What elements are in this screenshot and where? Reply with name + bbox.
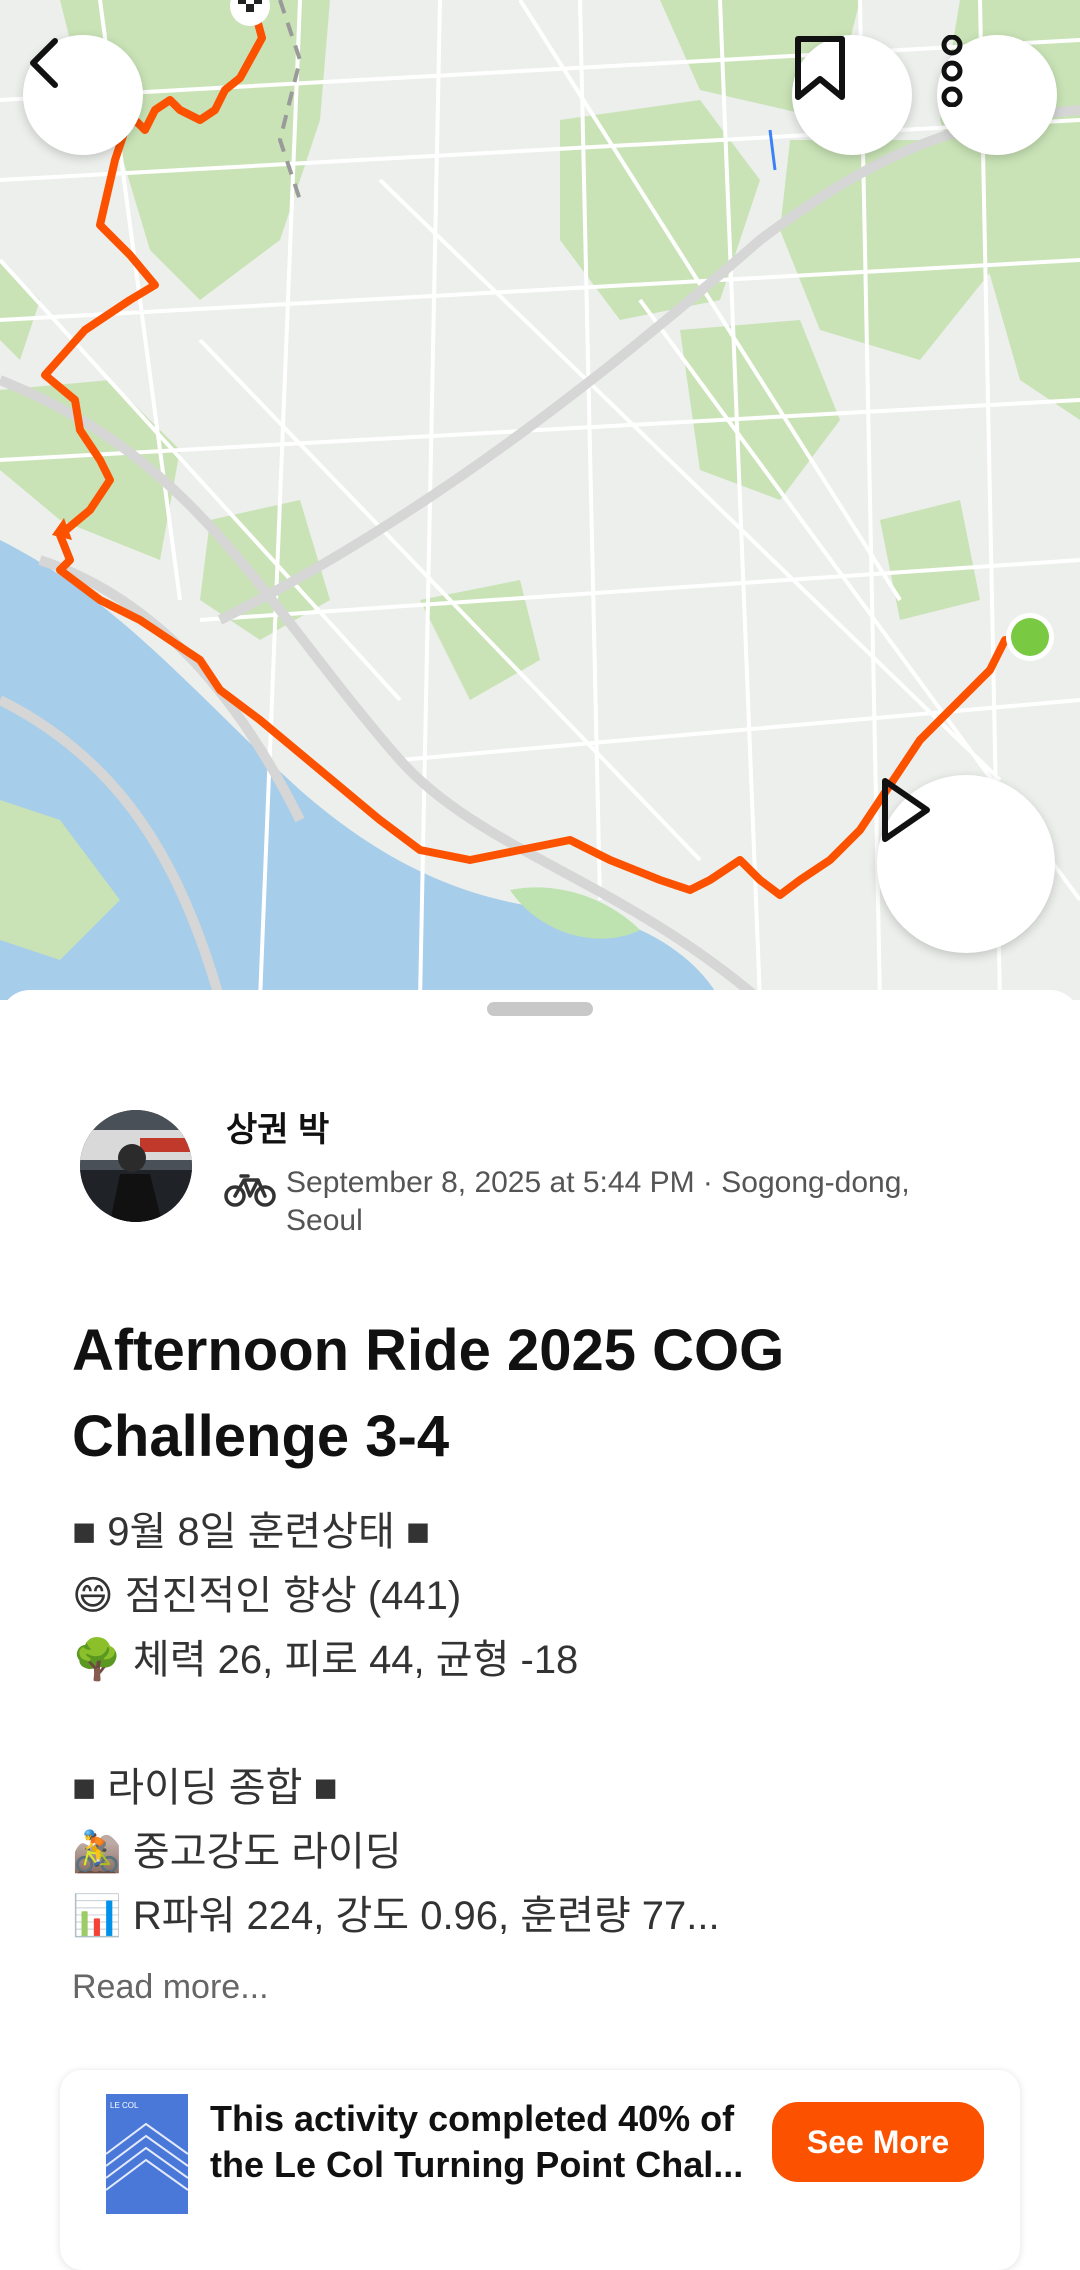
challenge-text-line: This activity completed 40% of <box>210 2098 735 2139</box>
bookmark-button[interactable] <box>792 35 912 155</box>
athlete-photo <box>80 1110 192 1222</box>
flyover-play-button[interactable] <box>877 775 1055 953</box>
challenge-thumb-label: LE COL <box>110 2101 139 2110</box>
activity-description: ■ 9월 8일 훈련상태 ■ 😄 점진적인 향상 (441) 🌳 체력 26, … <box>72 1500 1012 1948</box>
activity-title: Afternoon Ride 2025 COG Challenge 3-4 <box>72 1318 785 1469</box>
description-line: 🚵 중고강도 라이딩 <box>72 1830 402 1874</box>
activity-sheet: 상권 박 September 8, 2025 at 5:44 PM · Sogo… <box>0 990 1080 2270</box>
route-map[interactable] <box>0 0 1080 1000</box>
chevron-left-icon <box>30 38 58 88</box>
more-vertical-icon <box>941 35 963 107</box>
description-line: ■ 라이딩 종합 ■ <box>72 1766 338 1810</box>
description-line <box>72 1692 1012 1756</box>
description-line: 😄 점진적인 향상 (441) <box>72 1574 462 1618</box>
play-icon <box>882 778 930 842</box>
description-line: ■ 9월 8일 훈련상태 ■ <box>72 1510 431 1554</box>
sheet-drag-handle[interactable] <box>487 1002 593 1016</box>
challenge-progress-text: This activity completed 40% of the Le Co… <box>210 2096 770 2188</box>
date-location: September 8, 2025 at 5:44 PM · Sogong-do… <box>286 1166 910 1237</box>
see-more-button[interactable]: See More <box>772 2102 984 2182</box>
bookmark-icon <box>795 36 845 100</box>
athlete-name[interactable]: 상권 박 <box>226 1102 329 1151</box>
challenge-card[interactable]: LE COL This activity completed 40% of th… <box>60 2070 1020 2270</box>
back-button[interactable] <box>23 35 143 155</box>
description-line: 🌳 체력 26, 피로 44, 균형 -18 <box>72 1638 579 1682</box>
avatar[interactable] <box>80 1110 192 1222</box>
bike-icon <box>224 1174 276 1207</box>
challenge-thumbnail: LE COL <box>106 2094 188 2214</box>
read-more-link[interactable]: Read more... <box>72 1968 269 2007</box>
description-line: 📊 R파워 224, 강도 0.96, 훈련량 77... <box>72 1894 720 1938</box>
challenge-text-line: the Le Col Turning Point Chal... <box>210 2144 744 2185</box>
more-options-button[interactable] <box>937 35 1057 155</box>
